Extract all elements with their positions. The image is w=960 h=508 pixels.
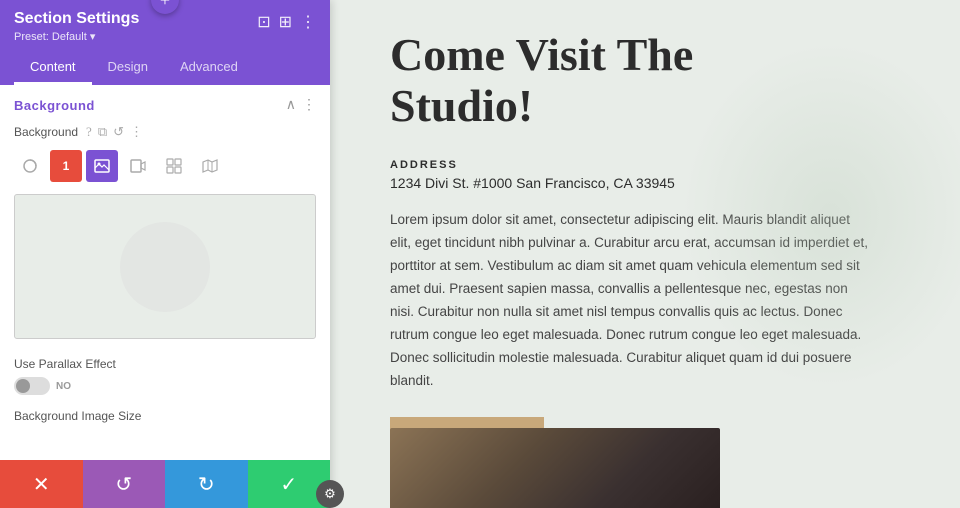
undo-icon: ↺ [115,472,132,497]
image-placeholder [120,222,210,312]
panel-tabs: Content Design Advanced [0,51,330,85]
save-icon: ✓ [280,472,297,497]
tab-advanced[interactable]: Advanced [164,51,254,85]
bg-options-icon[interactable]: ⋮ [130,124,143,140]
settings-corner-button[interactable]: ⚙ [316,480,344,508]
panel-header-left: Section Settings Preset: Default ▾ [14,10,139,43]
copy-icon[interactable]: ⊡ [257,12,270,32]
panel-body: Background ∧ ⋮ Background ? ⧉ ↺ ⋮ 1 [0,85,330,508]
background-section-title: Background [14,98,95,113]
parallax-label: Use Parallax Effect [14,357,316,371]
bg-type-row: 1 [0,146,330,190]
bg-type-badge[interactable]: 1 [50,150,82,182]
parallax-toggle-row: Use Parallax Effect NO [0,349,330,403]
help-icon[interactable]: ? [86,124,92,140]
bg-type-color[interactable] [14,150,46,182]
section-more-icon[interactable]: ⋮ [302,97,316,114]
parallax-thumb [16,379,30,393]
bg-copy-icon[interactable]: ⧉ [98,124,107,140]
tab-design[interactable]: Design [92,51,164,85]
title-line1: Come Visit The [390,29,693,80]
bg-label: Background [14,125,78,139]
bg-reset-icon[interactable]: ↺ [113,124,124,140]
bottom-image [390,428,720,508]
undo-button[interactable]: ↺ [83,460,166,508]
main-title: Come Visit The Studio! [390,30,910,131]
address-value: 1234 Divi St. #1000 San Francisco, CA 33… [390,175,910,191]
image-preview-area[interactable] [14,194,316,339]
background-section-header: Background ∧ ⋮ [0,85,330,120]
parallax-value: NO [56,381,71,392]
action-bar: ✕ ↺ ↻ ✓ [0,460,330,508]
settings-icon: ⚙ [324,486,336,502]
redo-button[interactable]: ↻ [165,460,248,508]
title-line2: Studio! [390,80,533,131]
address-label: ADDRESS [390,159,910,171]
tab-content[interactable]: Content [14,51,92,85]
bg-type-pattern[interactable] [158,150,190,182]
panel-preset[interactable]: Preset: Default ▾ [14,30,139,43]
bg-image-size-label: Background Image Size [0,403,330,427]
section-controls: ∧ ⋮ [286,97,316,114]
bg-label-row: Background ? ⧉ ↺ ⋮ [0,120,330,146]
cancel-icon: ✕ [33,472,50,497]
right-content: Come Visit The Studio! ADDRESS 1234 Divi… [330,0,960,508]
panel-header-icons: ⊡ ⊞ ⋮ [257,12,316,32]
more-icon[interactable]: ⋮ [300,12,316,32]
cancel-button[interactable]: ✕ [0,460,83,508]
bg-type-video[interactable] [122,150,154,182]
panel-title: Section Settings [14,10,139,28]
parallax-switch: NO [14,377,316,395]
bg-label-icons: ? ⧉ ↺ ⋮ [86,124,143,140]
collapse-icon[interactable]: ∧ [286,97,296,114]
redo-icon: ↻ [198,472,215,497]
settings-panel: + Section Settings Preset: Default ▾ ⊡ ⊞… [0,0,330,508]
grid-icon[interactable]: ⊞ [279,12,292,32]
parallax-track[interactable] [14,377,50,395]
bg-type-image[interactable] [86,150,118,182]
body-text: Lorem ipsum dolor sit amet, consectetur … [390,209,870,393]
bg-type-map[interactable] [194,150,226,182]
